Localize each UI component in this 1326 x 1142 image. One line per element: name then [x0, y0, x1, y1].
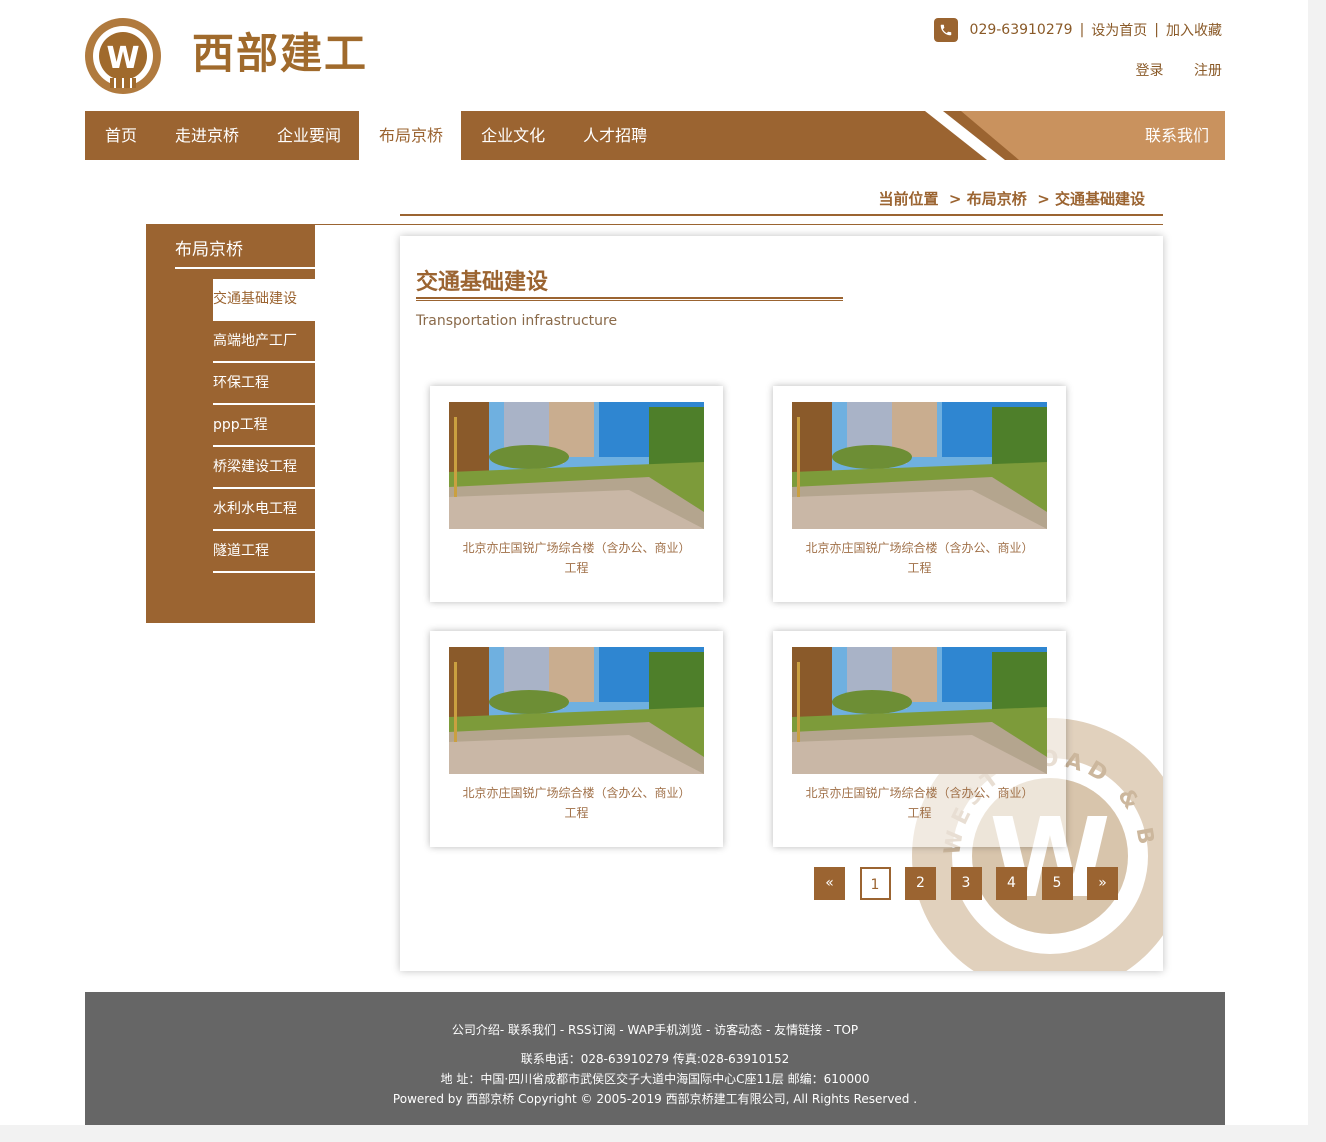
nav-item-home[interactable]: 首页 [85, 111, 155, 160]
set-homepage-link[interactable]: 设为首页 [1091, 20, 1147, 40]
sidebar-list: 交通基础建设 高端地产工厂 环保工程 ppp工程 桥梁建设工程 水利水电工程 隧… [213, 279, 315, 573]
project-card[interactable]: 北京亦庄国锐广场综合楼（含办公、商业） 工程 [430, 631, 723, 847]
sidebar-item-hydro[interactable]: 水利水电工程 [213, 489, 315, 531]
caption-line: 北京亦庄国锐广场综合楼（含办公、商业） [462, 786, 691, 800]
caption-line: 北京亦庄国锐广场综合楼（含办公、商业） [462, 541, 691, 555]
footer-link-wap[interactable]: WAP手机浏览 [628, 1023, 703, 1037]
auth-links: 登录 注册 [1110, 60, 1222, 80]
nav-item-news[interactable]: 企业要闻 [257, 111, 359, 160]
divider: | [1079, 22, 1085, 38]
page: W 西部建工 029-63910279 | 设为首页 | 加入收藏 登录 注册 … [0, 0, 1308, 1125]
breadcrumb: 当前位置 > 布局京桥 > 交通基础建设 [878, 188, 1145, 209]
project-thumbnail [449, 647, 704, 774]
sidebar-title-underline [175, 267, 315, 269]
pagination-page-2[interactable]: 2 [905, 867, 936, 900]
title-underline [416, 297, 843, 301]
sidebar-item-transport[interactable]: 交通基础建设 [213, 279, 315, 321]
caption-line: 工程 [907, 561, 932, 575]
footer-link-contact[interactable]: 联系我们 [508, 1023, 556, 1037]
site-logo[interactable]: W 西部建工 [80, 14, 390, 98]
caption-line: 北京亦庄国锐广场综合楼（含办公、商业） [805, 541, 1034, 555]
divider: | [1154, 22, 1159, 38]
sidebar-item-ppp[interactable]: ppp工程 [213, 405, 315, 447]
footer-link-top[interactable]: TOP [834, 1023, 858, 1037]
project-caption: 北京亦庄国锐广场综合楼（含办公、商业） 工程 [440, 783, 713, 823]
footer-link-rss[interactable]: RSS订阅 [568, 1023, 616, 1037]
login-link[interactable]: 登录 [1136, 63, 1164, 79]
pagination-page-1[interactable]: 1 [859, 867, 891, 900]
footer-address: 地 址：中国·四川省成都市武侯区交子大道中海国际中心C座11层 邮编：61000… [440, 1072, 870, 1086]
project-card[interactable]: 北京亦庄国锐广场综合楼（含办公、商业） 工程 [773, 386, 1066, 602]
pagination-page-4[interactable]: 4 [996, 867, 1027, 900]
caption-line: 北京亦庄国锐广场综合楼（含办公、商业） [805, 786, 1034, 800]
caption-line: 工程 [907, 806, 932, 820]
breadcrumb-level1[interactable]: 布局京桥 [967, 190, 1027, 208]
pagination-prev[interactable]: « [814, 867, 845, 900]
footer-links: 公司介绍- 联系我们 - RSS订阅 - WAP手机浏览 - 访客动态 - 友情… [451, 1023, 859, 1037]
page-subtitle: Transportation infrastructure [416, 313, 618, 329]
project-thumbnail [792, 647, 1047, 774]
project-caption: 北京亦庄国锐广场综合楼（含办公、商业） 工程 [440, 538, 713, 578]
project-caption: 北京亦庄国锐广场综合楼（含办公、商业） 工程 [783, 538, 1056, 578]
add-favorite-link[interactable]: 加入收藏 [1166, 20, 1222, 40]
footer-link-about[interactable]: 公司介绍 [452, 1023, 500, 1037]
nav-item-layout[interactable]: 布局京桥 [359, 111, 462, 160]
sidebar: 布局京桥 交通基础建设 高端地产工厂 环保工程 ppp工程 桥梁建设工程 水利水… [146, 225, 315, 623]
sidebar-item-real-estate[interactable]: 高端地产工厂 [213, 321, 315, 363]
sidebar-item-environmental[interactable]: 环保工程 [213, 363, 315, 405]
caption-line: 工程 [564, 561, 589, 575]
phone-icon [933, 18, 958, 42]
pagination-next[interactable]: » [1087, 867, 1118, 900]
breadcrumb-prefix: 当前位置 [878, 190, 939, 208]
top-links: 029-63910279 | 设为首页 | 加入收藏 [933, 18, 1222, 42]
sidebar-title: 布局京桥 [175, 240, 243, 260]
pagination-page-3[interactable]: 3 [950, 867, 982, 900]
phone-number: 029-63910279 [969, 22, 1073, 38]
nav-item-culture[interactable]: 企业文化 [461, 111, 563, 160]
content-panel: 交通基础建设 Transportation infrastructure W W… [400, 236, 1163, 971]
footer-copyright: Powered by 西部京桥 Copyright © 2005-2019 西部… [392, 1092, 918, 1106]
footer-link-visitors[interactable]: 访客动态 [714, 1023, 762, 1037]
page-gutter [1308, 0, 1326, 1125]
page-title: 交通基础建设 [416, 270, 549, 295]
nav-item-careers[interactable]: 人才招聘 [563, 111, 665, 160]
breadcrumb-underline [400, 214, 1163, 216]
register-link[interactable]: 注册 [1194, 63, 1222, 79]
sidebar-item-bridge[interactable]: 桥梁建设工程 [213, 447, 315, 489]
project-thumbnail [449, 402, 704, 529]
footer-link-friends[interactable]: 友情链接 [774, 1023, 822, 1037]
project-card[interactable]: 北京亦庄国锐广场综合楼（含办公、商业） 工程 [430, 386, 723, 602]
breadcrumb-separator: > [1031, 190, 1055, 208]
nav-item-about[interactable]: 走进京桥 [155, 111, 257, 160]
footer: 公司介绍- 联系我们 - RSS订阅 - WAP手机浏览 - 访客动态 - 友情… [85, 992, 1225, 1125]
nav-item-contact[interactable]: 联系我们 [1145, 111, 1209, 160]
sidebar-item-tunnel[interactable]: 隧道工程 [213, 531, 315, 573]
pagination-page-5[interactable]: 5 [1041, 867, 1073, 900]
breadcrumb-separator: > [943, 190, 967, 208]
project-card[interactable]: 北京亦庄国锐广场综合楼（含办公、商业） 工程 [773, 631, 1066, 847]
logo-emblem-icon: W [85, 18, 161, 94]
breadcrumb-level2[interactable]: 交通基础建设 [1055, 190, 1145, 208]
svg-text:W: W [106, 41, 139, 76]
main-nav: 首页 走进京桥 企业要闻 布局京桥 企业文化 人才招聘 联系我们 [85, 111, 1225, 160]
footer-contact: 联系电话：028-63910279 传真:028-63910152 [520, 1052, 790, 1066]
caption-line: 工程 [564, 806, 589, 820]
project-caption: 北京亦庄国锐广场综合楼（含办公、商业） 工程 [783, 783, 1056, 823]
pagination: « 1 2 3 4 5 » [814, 867, 1133, 900]
project-thumbnail [792, 402, 1047, 529]
brand-name: 西部建工 [192, 29, 369, 78]
